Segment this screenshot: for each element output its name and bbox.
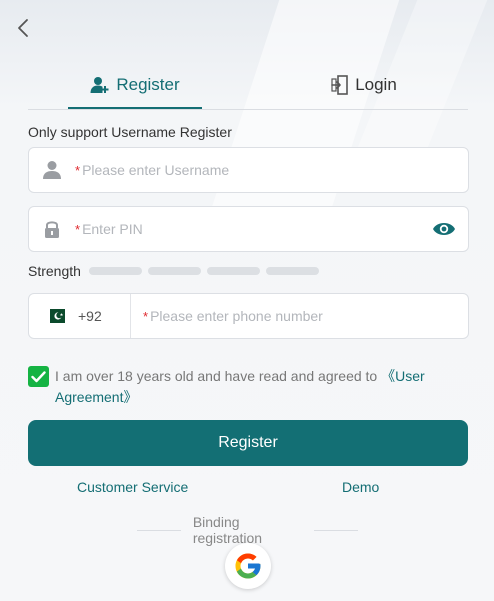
- google-icon: [235, 553, 261, 579]
- tab-login[interactable]: Login: [308, 60, 420, 110]
- strength-bar: [265, 267, 319, 275]
- register-button[interactable]: Register: [28, 420, 468, 466]
- google-signin-button[interactable]: [225, 543, 271, 589]
- strength-label: Strength: [28, 263, 81, 279]
- strength-bar: [147, 267, 201, 275]
- agreement-text: I am over 18 years old and have read and…: [55, 366, 455, 408]
- binding-label: Binding registration: [192, 514, 263, 546]
- customer-service-link[interactable]: Customer Service: [77, 479, 188, 495]
- lock-icon: [29, 219, 75, 239]
- divider: [314, 529, 359, 531]
- user-icon: [29, 160, 75, 180]
- tab-register-label: Register: [116, 75, 180, 94]
- agreement-row: I am over 18 years old and have read and…: [28, 366, 468, 408]
- register-hint: Only support Username Register: [28, 124, 232, 140]
- pin-input[interactable]: [82, 207, 468, 251]
- binding-registration: Binding registration: [125, 514, 370, 546]
- check-icon: [31, 370, 46, 382]
- required-mark: *: [143, 308, 149, 324]
- required-mark: *: [75, 162, 81, 178]
- eye-icon[interactable]: [432, 218, 456, 245]
- chevron-left-icon: [18, 19, 28, 37]
- phone-field: +92 *: [28, 293, 469, 339]
- username-field: *: [28, 147, 469, 193]
- user-add-icon: [90, 76, 110, 94]
- strength-meter: [88, 267, 325, 275]
- agreement-statement: I am over 18 years old and have read and…: [55, 368, 382, 384]
- strength-bar: [88, 267, 142, 275]
- phone-input-wrapper: *: [131, 294, 468, 338]
- country-code: +92: [78, 308, 102, 324]
- active-tab-indicator: [68, 107, 202, 109]
- pin-field: *: [28, 206, 469, 252]
- divider: [137, 529, 181, 531]
- agreement-checkbox[interactable]: [28, 366, 49, 387]
- back-button[interactable]: [10, 14, 36, 42]
- phone-input[interactable]: [150, 294, 468, 338]
- demo-link[interactable]: Demo: [342, 479, 379, 495]
- tab-login-label: Login: [355, 75, 397, 94]
- username-input[interactable]: [82, 148, 468, 192]
- strength-bar: [206, 267, 260, 275]
- password-strength: Strength: [28, 263, 325, 279]
- login-door-icon: [331, 75, 349, 95]
- country-selector[interactable]: +92: [29, 294, 131, 338]
- tab-register[interactable]: Register: [68, 60, 202, 110]
- pakistan-flag-icon: [45, 309, 65, 323]
- required-mark: *: [75, 221, 81, 237]
- auth-tabs: Register Login: [28, 60, 468, 110]
